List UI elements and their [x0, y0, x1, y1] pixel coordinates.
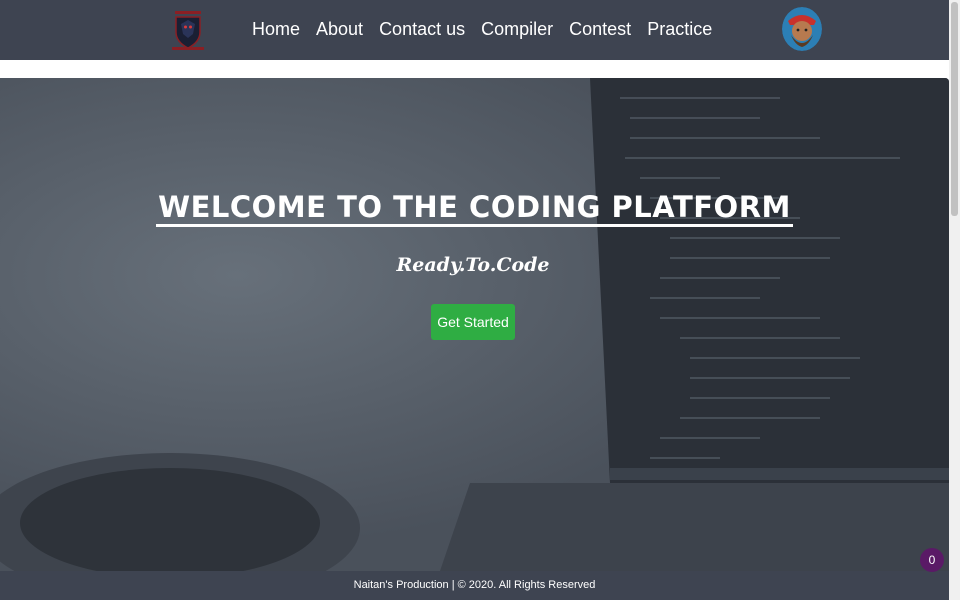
- page-scrollbar[interactable]: [949, 0, 960, 600]
- nav-link-contest[interactable]: Contest: [569, 16, 631, 42]
- nav-link-contact[interactable]: Contact us: [379, 16, 465, 42]
- nav-link-home[interactable]: Home: [252, 16, 300, 42]
- hero-section: WELCOME TO THE CODING PLATFORM Ready.To.…: [0, 78, 949, 571]
- notification-badge[interactable]: 0: [920, 548, 944, 572]
- nav-links: Home About Contact us Compiler Contest P…: [252, 16, 728, 42]
- navbar: Home About Contact us Compiler Contest P…: [0, 0, 949, 60]
- hero-title: WELCOME TO THE CODING PLATFORM: [0, 190, 949, 227]
- hero-title-text: WELCOME TO THE CODING PLATFORM: [156, 190, 793, 227]
- scrollbar-thumb[interactable]: [951, 2, 958, 216]
- site-logo-icon[interactable]: [166, 8, 210, 52]
- nav-link-practice[interactable]: Practice: [647, 16, 712, 42]
- footer: Naitan's Production | © 2020. All Rights…: [0, 571, 949, 600]
- user-avatar[interactable]: [782, 7, 822, 51]
- nav-link-compiler[interactable]: Compiler: [481, 16, 553, 42]
- footer-text: Naitan's Production | © 2020. All Rights…: [353, 579, 596, 591]
- hero-subtitle: Ready.To.Code: [396, 254, 550, 276]
- get-started-button[interactable]: Get Started: [431, 304, 515, 340]
- nav-link-about[interactable]: About: [316, 16, 363, 42]
